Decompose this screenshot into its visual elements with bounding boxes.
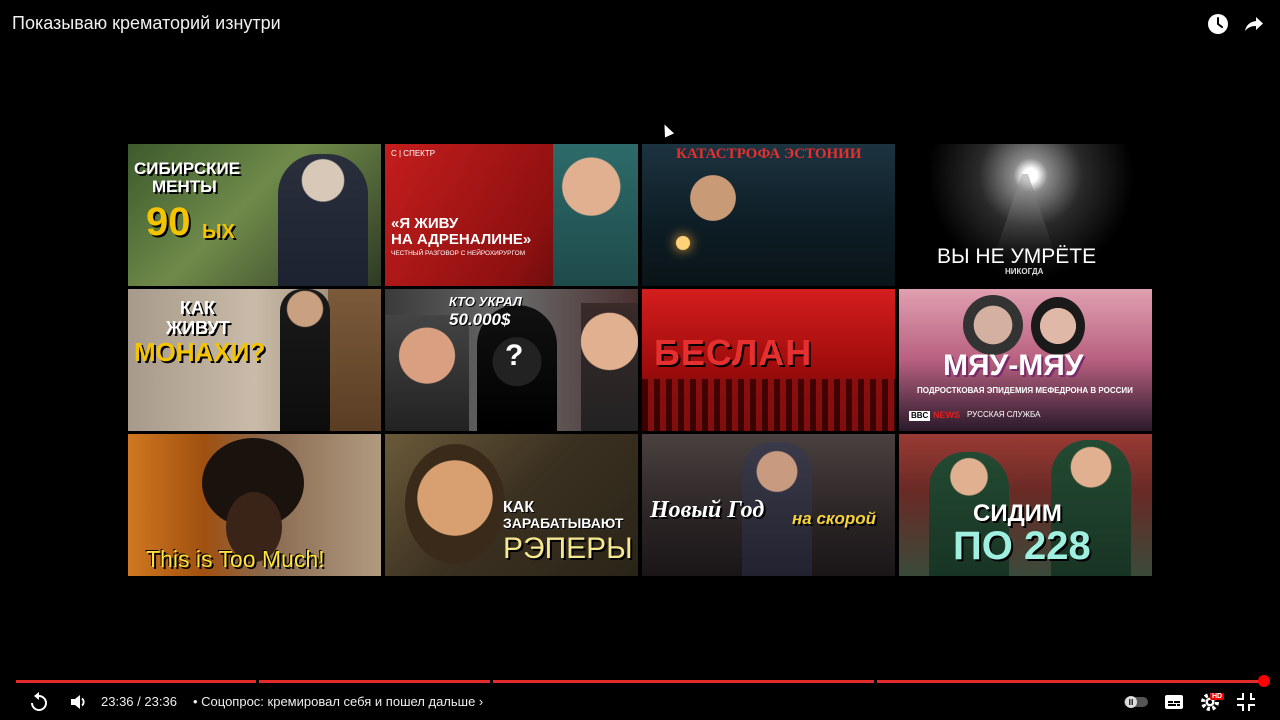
progress-chapter-segment[interactable] [16,680,256,683]
hd-badge: HD [1210,693,1225,700]
tile-11-line-2: на скорой [792,509,877,528]
tile-4-line-2: НИКОГДА [1005,267,1044,276]
tile-5-line-2: ЖИВУТ [166,318,230,338]
endscreen-video-2[interactable]: С | СПЕКТР «Я ЖИВУ НА АДРЕНАЛИНЕ» ЧЕСТНЫ… [385,144,638,286]
tile-3-line-1: КАТАСТРОФА ЭСТОНИИ [676,146,862,162]
tile-11-line-1: Новый Год [650,497,765,523]
volume-icon[interactable] [66,690,90,714]
autoplay-toggle-icon[interactable] [1122,690,1148,714]
progress-chapter-segment[interactable] [877,680,1264,683]
tile-2-brand: С | СПЕКТР [391,149,436,158]
chapter-title[interactable]: • Соцопрос: кремировал себя и пошел даль… [193,694,483,709]
endscreen-video-6[interactable]: КТО УКРАЛ 50.000$ ? [385,289,638,431]
tile-1-line-2: МЕНТЫ [152,177,217,196]
clock-icon[interactable] [1206,12,1230,36]
tile-12-line-1: СИДИМ [973,500,1062,527]
tile-8-line-1: МЯУ-МЯУ [943,349,1084,382]
tile-10-line-2: ЗАРАБАТЫВАЮТ [503,515,624,531]
endscreen-video-5[interactable]: КАК ЖИВУТ МОНАХИ? [128,289,381,431]
endscreen-video-8[interactable]: МЯУ-МЯУ ПОДРОСТКОВАЯ ЭПИДЕМИЯ МЕФЕДРОНА … [899,289,1152,431]
tile-8-news: NEWS [933,410,960,420]
tile-2-line-1: «Я ЖИВУ [391,215,459,232]
video-title[interactable]: Показываю крематорий изнутри [12,13,281,34]
tile-6-line-2: 50.000$ [449,310,511,329]
time-display: 23:36 / 23:36 [101,694,177,709]
tile-8-service: РУССКАЯ СЛУЖБА [967,410,1041,419]
tile-2-line-2: НА АДРЕНАЛИНЕ» [391,231,532,248]
tile-4-line-1: ВЫ НЕ УМРЁТЕ [937,245,1097,268]
time-current: 23:36 [101,694,134,709]
subtitles-icon[interactable] [1162,690,1186,714]
replay-icon[interactable] [27,690,51,714]
tile-12-line-2: ПО 228 [953,524,1091,568]
endscreen-video-9[interactable]: This is Too Much! [128,434,381,576]
progress-bar[interactable] [16,675,1270,687]
tile-10-line-1: КАК [503,499,535,516]
tile-8-line-2: ПОДРОСТКОВАЯ ЭПИДЕМИЯ МЕФЕДРОНА В РОССИИ [917,386,1133,395]
tile-9-line-1: This is Too Much! [146,546,325,572]
tile-6-line-3: ? [505,339,524,372]
endscreen-video-12[interactable]: СИДИМ ПО 228 [899,434,1152,576]
progress-scrubber[interactable] [1258,675,1270,687]
endscreen-video-10[interactable]: КАК ЗАРАБАТЫВАЮТ РЭПЕРЫ [385,434,638,576]
tile-1-line-4: ЫХ [202,221,235,243]
endscreen-video-7[interactable]: БЕСЛАН [642,289,895,431]
share-arrow-icon[interactable] [1242,12,1266,36]
tile-8-bbc: BBC [909,411,931,421]
endscreen-video-1[interactable]: СИБИРСКИЕ МЕНТЫ 90 ЫХ [128,144,381,286]
tile-7-line-1: БЕСЛАН [654,332,813,373]
tile-10-line-3: РЭПЕРЫ [503,532,633,565]
tile-2-line-3: ЧЕСТНЫЙ РАЗГОВОР С НЕЙРОХИРУРГОМ [391,250,526,257]
endscreen-video-11[interactable]: Новый Год на скорой [642,434,895,576]
endscreen-grid: СИБИРСКИЕ МЕНТЫ 90 ЫХ С | СПЕКТР «Я ЖИВУ… [128,144,1152,576]
tile-1-line-3: 90 [146,200,191,244]
top-bar: Показываю крематорий изнутри [0,0,1280,48]
tile-5-line-1: КАК [180,298,215,318]
time-separator: / [133,694,145,709]
tile-6-line-1: КТО УКРАЛ [449,294,522,309]
progress-chapter-segment[interactable] [259,680,490,683]
progress-chapter-segment[interactable] [493,680,874,683]
tile-5-line-3: МОНАХИ? [134,337,266,367]
endscreen-video-3[interactable]: КАТАСТРОФА ЭСТОНИИ [642,144,895,286]
time-total: 23:36 [144,694,177,709]
mouse-cursor [659,122,675,138]
tile-1-line-1: СИБИРСКИЕ [134,159,241,178]
endscreen-video-4[interactable]: ВЫ НЕ УМРЁТЕ НИКОГДА [899,144,1152,286]
exit-fullscreen-icon[interactable] [1234,690,1258,714]
